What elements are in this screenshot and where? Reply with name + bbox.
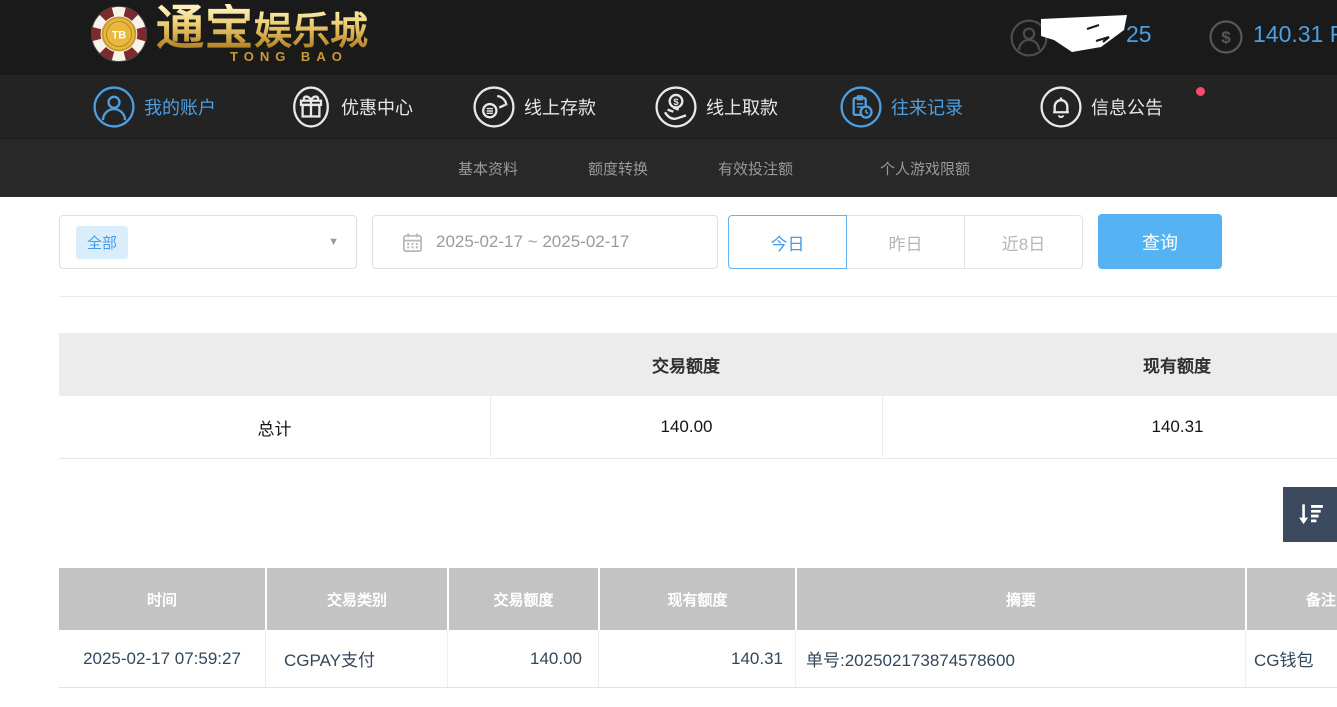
withdraw-icon: $ bbox=[655, 86, 697, 128]
quick-date-segment: 今日 昨日 近8日 bbox=[728, 215, 1083, 269]
calendar-icon bbox=[401, 231, 424, 254]
nav-item-promotions[interactable]: 优惠中心 bbox=[290, 75, 413, 138]
dollar-circle-icon: $ bbox=[1209, 20, 1243, 54]
notification-dot bbox=[1196, 87, 1205, 96]
balance-text: 140.31 R bbox=[1253, 21, 1337, 48]
nav-label: 信息公告 bbox=[1091, 94, 1163, 120]
records-col-type: 交易类别 bbox=[265, 568, 447, 630]
svg-text:$: $ bbox=[673, 96, 679, 107]
site-logo[interactable]: TB 通宝娱乐城 TONG BAO bbox=[90, 4, 368, 64]
sort-descending-icon bbox=[1295, 500, 1325, 530]
nav-label: 线上存款 bbox=[524, 94, 596, 120]
top-header: TB 通宝娱乐城 TONG BAO 25 $ 140.31 R bbox=[0, 0, 1337, 75]
username-redaction-scribble bbox=[1030, 10, 1142, 62]
nav-label: 往来记录 bbox=[891, 94, 963, 120]
deposit-icon bbox=[473, 86, 515, 128]
filter-divider bbox=[59, 296, 1337, 297]
gift-icon bbox=[290, 86, 332, 128]
summary-total-label: 总计 bbox=[59, 396, 490, 458]
category-selected-chip[interactable]: 全部 bbox=[76, 226, 128, 259]
record-type: CGPAY支付 bbox=[265, 630, 447, 687]
record-time: 2025-02-17 07:59:27 bbox=[59, 630, 265, 687]
records-icon bbox=[840, 86, 882, 128]
yesterday-button[interactable]: 昨日 bbox=[846, 215, 965, 269]
logo-title-big: 通宝 bbox=[156, 2, 254, 55]
chevron-down-icon: ▼ bbox=[328, 236, 339, 248]
last-8-days-button[interactable]: 近8日 bbox=[964, 215, 1083, 269]
record-remarks: CG钱包 bbox=[1245, 630, 1337, 687]
subnav-item-basic-info[interactable]: 基本资料 bbox=[458, 139, 518, 198]
records-table: 时间 交易类别 交易额度 现有额度 摘要 备注 2025-02-17 07:59… bbox=[59, 568, 1337, 688]
nav-label: 优惠中心 bbox=[341, 94, 413, 120]
summary-table-header: 交易额度 现有额度 bbox=[59, 333, 1337, 396]
sort-descending-button[interactable] bbox=[1283, 487, 1337, 542]
records-table-header: 时间 交易类别 交易额度 现有额度 摘要 备注 bbox=[59, 568, 1337, 630]
summary-table: 交易额度 现有额度 总计 140.00 140.31 bbox=[59, 333, 1337, 459]
record-transaction-amount: 140.00 bbox=[447, 630, 598, 687]
date-range-text: 2025-02-17 ~ 2025-02-17 bbox=[436, 232, 629, 252]
logo-subtitle: TONG BAO bbox=[230, 49, 368, 64]
account-icon bbox=[93, 86, 135, 128]
records-col-summary: 摘要 bbox=[795, 568, 1245, 630]
logo-title-small: 娱乐城 bbox=[254, 11, 368, 53]
nav-item-withdraw[interactable]: $ 线上取款 bbox=[655, 75, 778, 138]
subnav-item-quota-transfer[interactable]: 额度转换 bbox=[588, 139, 648, 198]
nav-label: 线上取款 bbox=[706, 94, 778, 120]
record-current-balance: 140.31 bbox=[598, 630, 795, 687]
logo-text: 通宝娱乐城 TONG BAO bbox=[156, 4, 368, 64]
records-table-row: 2025-02-17 07:59:27 CGPAY支付 140.00 140.3… bbox=[59, 630, 1337, 688]
summary-current-balance-value: 140.31 bbox=[882, 396, 1337, 458]
main-nav: 我的账户 优惠中心 线上存款 $ 线上取款 bbox=[0, 75, 1337, 138]
subnav-item-game-limits[interactable]: 个人游戏限额 bbox=[880, 139, 970, 198]
summary-transaction-amount-value: 140.00 bbox=[490, 396, 882, 458]
records-col-current-balance: 现有额度 bbox=[598, 568, 795, 630]
today-button[interactable]: 今日 bbox=[728, 215, 847, 269]
summary-col-current-balance: 现有额度 bbox=[882, 333, 1337, 396]
summary-col-blank bbox=[59, 333, 490, 396]
records-col-transaction-amount: 交易额度 bbox=[447, 568, 598, 630]
nav-label: 我的账户 bbox=[144, 94, 216, 120]
svg-text:$: $ bbox=[1221, 28, 1231, 47]
sub-nav: 基本资料 额度转换 有效投注额 个人游戏限额 bbox=[0, 138, 1337, 197]
records-col-time: 时间 bbox=[59, 568, 265, 630]
record-summary: 单号:202502173874578600 bbox=[795, 630, 1245, 687]
subnav-item-valid-bets[interactable]: 有效投注额 bbox=[718, 139, 793, 198]
category-select[interactable]: 全部 ▼ bbox=[59, 215, 357, 269]
nav-item-my-account[interactable]: 我的账户 bbox=[93, 75, 216, 138]
summary-total-row: 总计 140.00 140.31 bbox=[59, 396, 1337, 459]
date-range-input[interactable]: 2025-02-17 ~ 2025-02-17 bbox=[372, 215, 718, 269]
poker-chip-logo-icon: TB bbox=[90, 5, 148, 63]
query-button[interactable]: 查询 bbox=[1098, 214, 1222, 269]
bell-icon bbox=[1040, 86, 1082, 128]
nav-item-deposit[interactable]: 线上存款 bbox=[473, 75, 596, 138]
records-col-remarks: 备注 bbox=[1245, 568, 1337, 630]
nav-item-announcements[interactable]: 信息公告 bbox=[1040, 75, 1163, 138]
svg-text:TB: TB bbox=[112, 30, 126, 42]
nav-item-records[interactable]: 往来记录 bbox=[840, 75, 963, 138]
summary-col-transaction-amount: 交易额度 bbox=[490, 333, 882, 396]
